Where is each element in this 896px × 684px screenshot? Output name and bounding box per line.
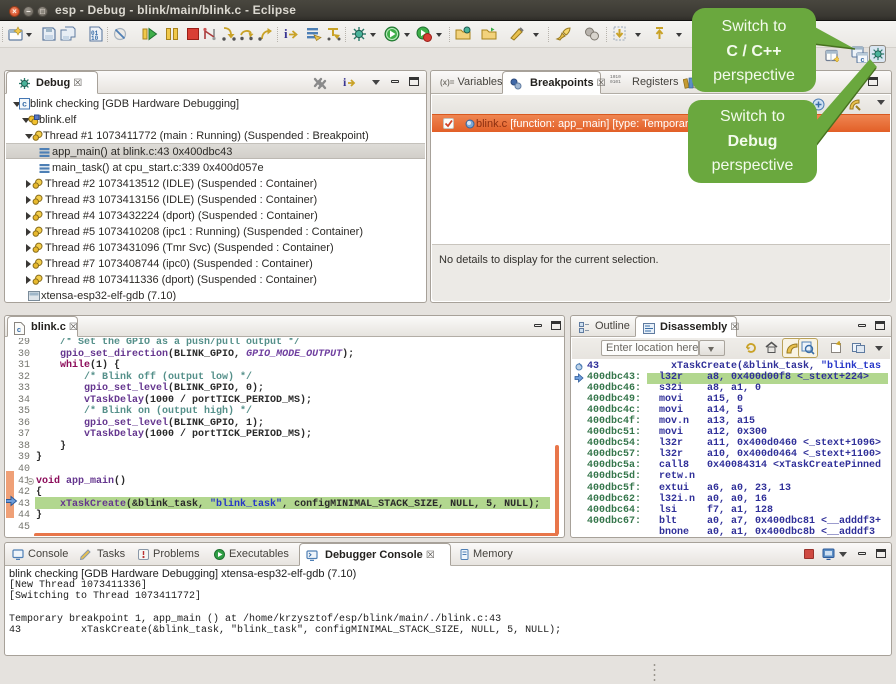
svg-text:c: c	[17, 325, 21, 334]
